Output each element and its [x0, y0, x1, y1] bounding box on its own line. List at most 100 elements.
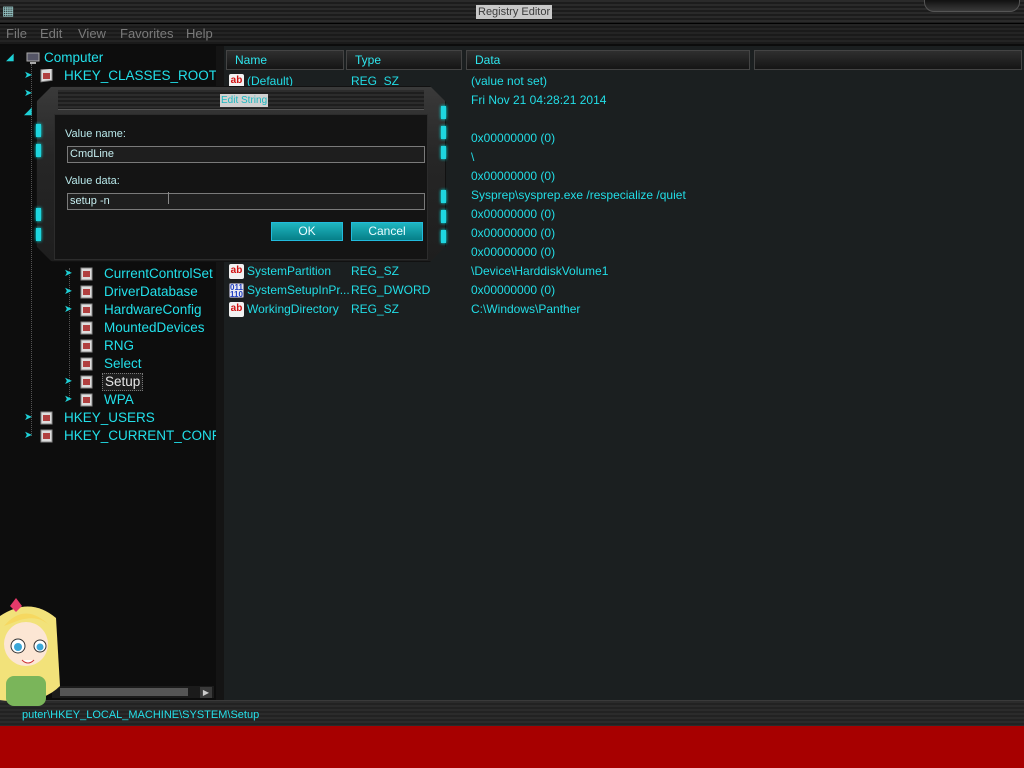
value-name-field[interactable]: CmdLine: [67, 146, 425, 163]
column-empty[interactable]: [754, 50, 1022, 70]
value-name: SystemPartition: [247, 264, 332, 278]
tree-node-label: CurrentControlSet: [104, 266, 213, 281]
ok-button[interactable]: OK: [271, 222, 343, 241]
tree-node-label: HardwareConfig: [104, 302, 202, 317]
column-type[interactable]: Type: [346, 50, 462, 70]
registry-editor-icon: ▦: [2, 3, 15, 18]
frame-light-icon: [441, 210, 446, 223]
frame-light-icon: [441, 106, 446, 119]
title-bar: ▦ Registry Editor: [0, 0, 1024, 24]
frame-light-icon: [36, 208, 41, 221]
registry-folder-icon: [80, 375, 93, 389]
cancel-button[interactable]: Cancel: [351, 222, 423, 241]
tree-node-currentcontrolset[interactable]: ➤ CurrentControlSet: [64, 265, 216, 283]
tree-node-label: Computer: [44, 50, 104, 65]
registry-folder-icon: [80, 357, 93, 371]
frame-light-icon: [441, 126, 446, 139]
menu-file[interactable]: File: [6, 26, 27, 41]
tree-node-label: HKEY_CLASSES_ROOT: [64, 68, 216, 83]
tree-node-hkey-users[interactable]: ➤ HKEY_USERS: [24, 409, 216, 427]
column-name[interactable]: Name: [226, 50, 344, 70]
expand-arrow-icon[interactable]: ➤: [24, 412, 34, 424]
value-data-label: Value data:: [65, 175, 120, 187]
value-name: SystemSetupInPr...: [247, 283, 350, 297]
scrollbar-thumb[interactable]: [60, 688, 188, 696]
value-data: Fri Nov 21 04:28:21 2014: [471, 93, 607, 107]
value-data: (value not set): [471, 74, 548, 88]
value-type: REG_SZ: [351, 264, 400, 278]
value-data: 0x00000000 (0): [471, 226, 556, 240]
column-header: Name Type Data: [224, 50, 1024, 70]
value-data: \Device\HarddiskVolume1: [471, 264, 609, 278]
tree-node-label: HKEY_CURRENT_CONFI: [64, 428, 216, 443]
dialog-title: Edit String: [220, 94, 269, 107]
expand-arrow-icon[interactable]: ➤: [64, 268, 74, 280]
registry-folder-icon: [80, 303, 93, 317]
tree-node-select[interactable]: Select: [64, 355, 216, 373]
value-data: 0x00000000 (0): [471, 207, 556, 221]
status-bar: puter\HKEY_LOCAL_MACHINE\SYSTEM\Setup: [0, 700, 1024, 726]
value-row[interactable]: ab SystemPartition REG_SZ \Device\Harddi…: [224, 262, 1024, 281]
expand-arrow-icon[interactable]: ➤: [24, 88, 34, 100]
registry-folder-icon: [80, 267, 93, 281]
frame-light-icon: [441, 230, 446, 243]
value-data: Sysprep\sysprep.exe /respecialize /quiet: [471, 188, 686, 202]
tree-node-hkey-current-config[interactable]: ➤ HKEY_CURRENT_CONFI: [24, 427, 216, 445]
horizontal-scrollbar[interactable]: [52, 686, 214, 698]
computer-icon: [26, 52, 40, 64]
mascot-character-image: [0, 598, 60, 706]
tree-node-hardwareconfig[interactable]: ➤ HardwareConfig: [64, 301, 216, 319]
tree-node-wpa[interactable]: ➤ WPA: [64, 391, 216, 409]
tree-node-hkey-classes-root[interactable]: ➤ HKEY_CLASSES_ROOT: [24, 67, 216, 85]
taskbar: [0, 726, 1024, 768]
frame-light-icon: [36, 124, 41, 137]
expand-arrow-icon[interactable]: ➤: [64, 394, 74, 406]
registry-folder-icon: [40, 429, 53, 443]
string-value-icon: ab: [229, 264, 244, 279]
registry-folder-icon: [80, 321, 93, 335]
menu-bar: File Edit View Favorites Help: [0, 24, 1024, 44]
value-data: 0x00000000 (0): [471, 131, 556, 145]
registry-folder-icon: [80, 339, 93, 353]
value-data: \: [471, 150, 475, 164]
collapse-arrow-icon[interactable]: ◢: [24, 106, 34, 118]
tree-node-label: Select: [104, 356, 142, 371]
tree-node-driverdatabase[interactable]: ➤ DriverDatabase: [64, 283, 216, 301]
expand-arrow-icon[interactable]: ➤: [64, 304, 74, 316]
value-data: 0x00000000 (0): [471, 245, 556, 259]
registry-folder-icon: [40, 69, 53, 83]
tree-node-setup[interactable]: ➤ Setup: [64, 373, 216, 391]
tree-node-rng[interactable]: RNG: [64, 337, 216, 355]
tree-node-label: WPA: [104, 392, 134, 407]
menu-view[interactable]: View: [78, 26, 106, 41]
frame-light-icon: [441, 190, 446, 203]
value-data: C:\Windows\Panther: [471, 302, 581, 316]
value-row[interactable]: ab WorkingDirectory REG_SZ C:\Windows\Pa…: [224, 300, 1024, 319]
registry-folder-icon: [80, 393, 93, 407]
expand-arrow-icon[interactable]: ➤: [64, 376, 74, 388]
value-data-field[interactable]: setup -n: [67, 193, 425, 210]
collapse-arrow-icon[interactable]: ◢: [6, 52, 16, 64]
value-name: WorkingDirectory: [247, 302, 339, 316]
edit-string-dialog: Edit String Value name: CmdLine Value da…: [36, 86, 446, 262]
tree-node-computer[interactable]: ◢ Computer: [6, 49, 216, 67]
value-row[interactable]: 011 110 SystemSetupInPr... REG_DWORD 0x00…: [224, 281, 1024, 300]
value-name-label: Value name:: [65, 128, 126, 140]
value-type: REG_DWORD: [351, 283, 431, 297]
registry-folder-icon: [80, 285, 93, 299]
value-data: 0x00000000 (0): [471, 169, 556, 183]
expand-arrow-icon[interactable]: ➤: [24, 430, 34, 442]
menu-help[interactable]: Help: [186, 26, 213, 41]
tree-node-label: HKEY_USERS: [64, 410, 155, 425]
expand-arrow-icon[interactable]: ➤: [24, 70, 34, 82]
menu-edit[interactable]: Edit: [40, 26, 62, 41]
column-data[interactable]: Data: [466, 50, 750, 70]
frame-light-icon: [441, 146, 446, 159]
expand-arrow-icon[interactable]: ➤: [64, 286, 74, 298]
window-controls[interactable]: [924, 0, 1020, 12]
binary-value-icon: 011 110: [229, 283, 244, 298]
menu-favorites[interactable]: Favorites: [120, 26, 173, 41]
tree-node-mounteddevices[interactable]: MountedDevices: [64, 319, 216, 337]
scroll-right-arrow-icon[interactable]: ▶: [200, 687, 212, 698]
frame-light-icon: [36, 144, 41, 157]
